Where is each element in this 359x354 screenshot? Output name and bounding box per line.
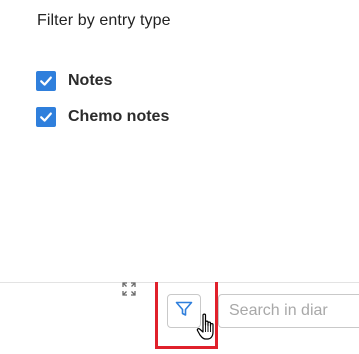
filter-panel: Filter by entry type Notes Chemo notes: [0, 0, 359, 354]
hand-cursor-icon: [196, 313, 218, 341]
filter-option-notes[interactable]: Notes: [36, 70, 112, 92]
filter-option-label: Notes: [68, 72, 113, 89]
filter-option-label: Chemo notes: [68, 108, 170, 125]
funnel-icon: [175, 301, 193, 322]
filter-title: Filter by entry type: [37, 12, 171, 29]
search-input[interactable]: [219, 295, 359, 327]
expand-arrows-icon[interactable]: [122, 282, 136, 296]
search-box[interactable]: [218, 294, 359, 328]
filter-option-chemo-notes[interactable]: Chemo notes: [36, 106, 169, 128]
checkbox-checked-icon[interactable]: [36, 107, 56, 127]
checkbox-checked-icon[interactable]: [36, 71, 56, 91]
